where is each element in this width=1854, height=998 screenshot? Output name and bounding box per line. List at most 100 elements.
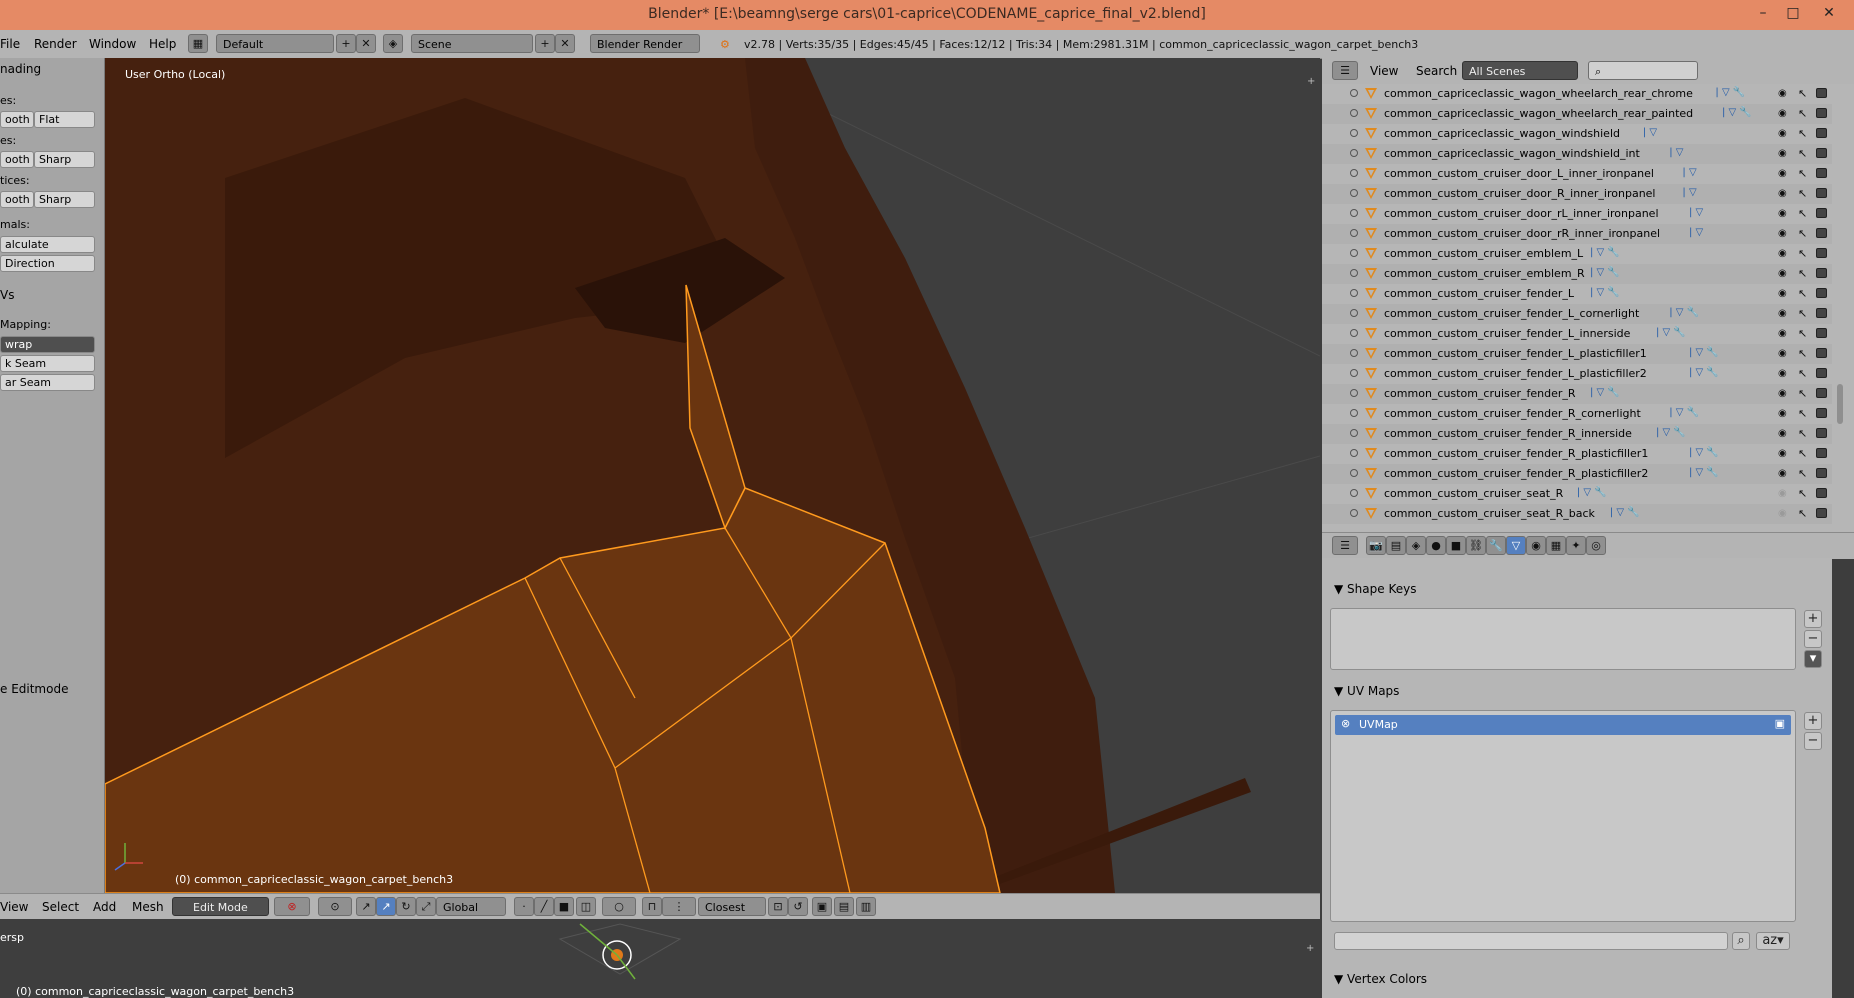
expand-toggle-icon[interactable] xyxy=(1350,129,1358,137)
selectable-cursor-icon[interactable]: ↖ xyxy=(1798,367,1807,380)
menu-add[interactable]: Add xyxy=(93,900,116,914)
snap-target-select[interactable]: Closest xyxy=(698,897,766,916)
outliner-item-name[interactable]: common_capriceclassic_wagon_windshield_i… xyxy=(1384,147,1640,160)
face-select-icon[interactable]: ■ xyxy=(554,897,574,916)
expand-toggle-icon[interactable] xyxy=(1350,429,1358,437)
visibility-eye-icon[interactable]: ◉ xyxy=(1778,208,1787,219)
visibility-eye-icon[interactable]: ◉ xyxy=(1778,408,1787,419)
outliner-row[interactable]: common_custom_cruiser_fender_R | ▽ 🔧 ◉ ↖ xyxy=(1322,384,1832,404)
expand-toggle-icon[interactable] xyxy=(1350,89,1358,97)
outliner-item-name[interactable]: common_custom_cruiser_door_R_inner_ironp… xyxy=(1384,187,1656,200)
object-tab-icon[interactable]: ■ xyxy=(1446,536,1466,555)
filter-search-icon[interactable]: ⌕ xyxy=(1732,932,1750,950)
outliner-item-name[interactable]: common_custom_cruiser_door_rR_inner_iron… xyxy=(1384,227,1660,240)
outliner-row[interactable]: common_custom_cruiser_fender_L_plasticfi… xyxy=(1322,344,1832,364)
uv-maps-list[interactable]: ⊗ UVMap ▣ xyxy=(1330,710,1796,922)
renderable-camera-icon[interactable] xyxy=(1816,448,1827,458)
uv-map-remove-button[interactable]: − xyxy=(1804,732,1822,750)
outliner-item-name[interactable]: common_capriceclassic_wagon_wheelarch_re… xyxy=(1384,107,1693,120)
selectable-cursor-icon[interactable]: ↖ xyxy=(1798,487,1807,500)
mesh-data-icon[interactable]: | ▽ 🔧 xyxy=(1689,447,1719,458)
toggle-editmode-panel[interactable]: e Editmode xyxy=(0,682,68,696)
menu-mesh[interactable]: Mesh xyxy=(132,900,164,914)
transform-orientation-select[interactable]: Global xyxy=(436,897,506,916)
vertex-colors-panel-title[interactable]: ▼ Vertex Colors xyxy=(1334,972,1427,986)
shape-key-specials-button[interactable]: ▾ xyxy=(1804,650,1822,668)
mesh-data-icon[interactable]: | ▽ xyxy=(1643,127,1657,138)
mesh-data-icon[interactable]: | ▽ xyxy=(1669,147,1683,158)
physics-tab-icon[interactable]: ◎ xyxy=(1586,536,1606,555)
visibility-eye-icon[interactable]: ◉ xyxy=(1778,108,1787,119)
pivot-point-icon[interactable]: ⊙ xyxy=(318,897,352,916)
bottom-region-toggle-icon[interactable]: + xyxy=(1306,943,1314,954)
shape-key-remove-button[interactable]: − xyxy=(1804,630,1822,648)
mesh-data-icon[interactable]: | ▽ 🔧 xyxy=(1656,427,1686,438)
outliner-item-name[interactable]: common_custom_cruiser_fender_L_cornerlig… xyxy=(1384,307,1639,320)
visibility-eye-icon[interactable]: ◉ xyxy=(1778,148,1787,159)
minimize-button[interactable]: – xyxy=(1752,3,1774,23)
recalculate-normals-button[interactable]: alculate xyxy=(0,236,95,253)
selectable-cursor-icon[interactable]: ↖ xyxy=(1798,147,1807,160)
outliner-row[interactable]: common_custom_cruiser_door_L_inner_ironp… xyxy=(1322,164,1832,184)
rotate-manipulator-icon[interactable]: ↻ xyxy=(396,897,416,916)
outliner-row[interactable]: common_custom_cruiser_door_rR_inner_iron… xyxy=(1322,224,1832,244)
selectable-cursor-icon[interactable]: ↖ xyxy=(1798,187,1807,200)
snap-toggle-icon[interactable]: ⊓ xyxy=(642,897,662,916)
mesh-data-icon[interactable]: | ▽ 🔧 xyxy=(1715,87,1745,98)
visibility-eye-icon[interactable]: ◉ xyxy=(1778,188,1787,199)
visibility-eye-icon[interactable]: ◉ xyxy=(1778,468,1787,479)
renderable-camera-icon[interactable] xyxy=(1816,248,1827,258)
renderable-camera-icon[interactable] xyxy=(1816,228,1827,238)
outliner-item-name[interactable]: common_custom_cruiser_door_rL_inner_iron… xyxy=(1384,207,1659,220)
edges-smooth-button[interactable]: ooth xyxy=(0,151,34,168)
outliner-item-name[interactable]: common_capriceclassic_wagon_wheelarch_re… xyxy=(1384,87,1693,100)
selectable-cursor-icon[interactable]: ↖ xyxy=(1798,167,1807,180)
vertices-smooth-button[interactable]: ooth xyxy=(0,191,34,208)
shape-key-add-button[interactable]: + xyxy=(1804,610,1822,628)
menu-help[interactable]: Help xyxy=(149,37,176,51)
outliner-row[interactable]: common_custom_cruiser_fender_L_innerside… xyxy=(1322,324,1832,344)
expand-toggle-icon[interactable] xyxy=(1350,449,1358,457)
faces-smooth-button[interactable]: ooth xyxy=(0,111,34,128)
expand-toggle-icon[interactable] xyxy=(1350,149,1358,157)
selectable-cursor-icon[interactable]: ↖ xyxy=(1798,347,1807,360)
expand-toggle-icon[interactable] xyxy=(1350,329,1358,337)
selectable-cursor-icon[interactable]: ↖ xyxy=(1798,287,1807,300)
outliner-row[interactable]: common_capriceclassic_wagon_wheelarch_re… xyxy=(1322,104,1832,124)
render-layers-tab-icon[interactable]: ▤ xyxy=(1386,536,1406,555)
expand-toggle-icon[interactable] xyxy=(1350,269,1358,277)
mesh-data-icon[interactable]: | ▽ 🔧 xyxy=(1689,347,1719,358)
renderable-camera-icon[interactable] xyxy=(1816,428,1827,438)
outliner-menu-search[interactable]: Search xyxy=(1416,64,1457,78)
outliner-row[interactable]: common_custom_cruiser_door_R_inner_ironp… xyxy=(1322,184,1832,204)
mesh-data-icon[interactable]: | ▽ 🔧 xyxy=(1656,327,1686,338)
unwrap-select[interactable]: wrap xyxy=(0,336,95,353)
expand-toggle-icon[interactable] xyxy=(1350,389,1358,397)
outliner-row[interactable]: common_custom_cruiser_fender_R_cornerlig… xyxy=(1322,404,1832,424)
mesh-data-icon[interactable]: | ▽ xyxy=(1682,167,1696,178)
snap-align-icon[interactable]: ⊡ xyxy=(768,897,788,916)
mesh-data-icon[interactable]: | ▽ 🔧 xyxy=(1590,247,1620,258)
mode-select[interactable]: Edit Mode xyxy=(172,897,269,916)
visibility-eye-icon[interactable]: ◉ xyxy=(1778,228,1787,239)
outliner-row[interactable]: common_custom_cruiser_fender_L_plasticfi… xyxy=(1322,364,1832,384)
editor-type-icon[interactable]: ☰ xyxy=(1332,61,1358,80)
selectable-cursor-icon[interactable]: ↖ xyxy=(1798,87,1807,100)
renderable-camera-icon[interactable] xyxy=(1816,308,1827,318)
mesh-data-icon[interactable]: | ▽ 🔧 xyxy=(1590,267,1620,278)
mark-seam-button[interactable]: k Seam xyxy=(0,355,95,372)
world-tab-icon[interactable]: ● xyxy=(1426,536,1446,555)
outliner-item-name[interactable]: common_custom_cruiser_emblem_R xyxy=(1384,267,1585,280)
visibility-eye-icon[interactable]: ◉ xyxy=(1778,308,1787,319)
expand-toggle-icon[interactable] xyxy=(1350,509,1358,517)
outliner-row[interactable]: common_capriceclassic_wagon_windshield_i… xyxy=(1322,144,1832,164)
renderable-camera-icon[interactable] xyxy=(1816,108,1827,118)
menu-select[interactable]: Select xyxy=(42,900,79,914)
3d-viewport[interactable]: User Ortho (Local) (0) common_capricecla… xyxy=(105,58,1320,893)
visibility-eye-icon[interactable]: ◉ xyxy=(1778,508,1787,519)
menu-view[interactable]: View xyxy=(0,900,28,914)
region-toggle-icon[interactable]: + xyxy=(1307,76,1315,87)
outliner-display-select[interactable]: All Scenes xyxy=(1462,61,1578,80)
outliner-item-name[interactable]: common_custom_cruiser_fender_R_innerside xyxy=(1384,427,1632,440)
mesh-data-icon[interactable]: | ▽ 🔧 xyxy=(1590,287,1620,298)
